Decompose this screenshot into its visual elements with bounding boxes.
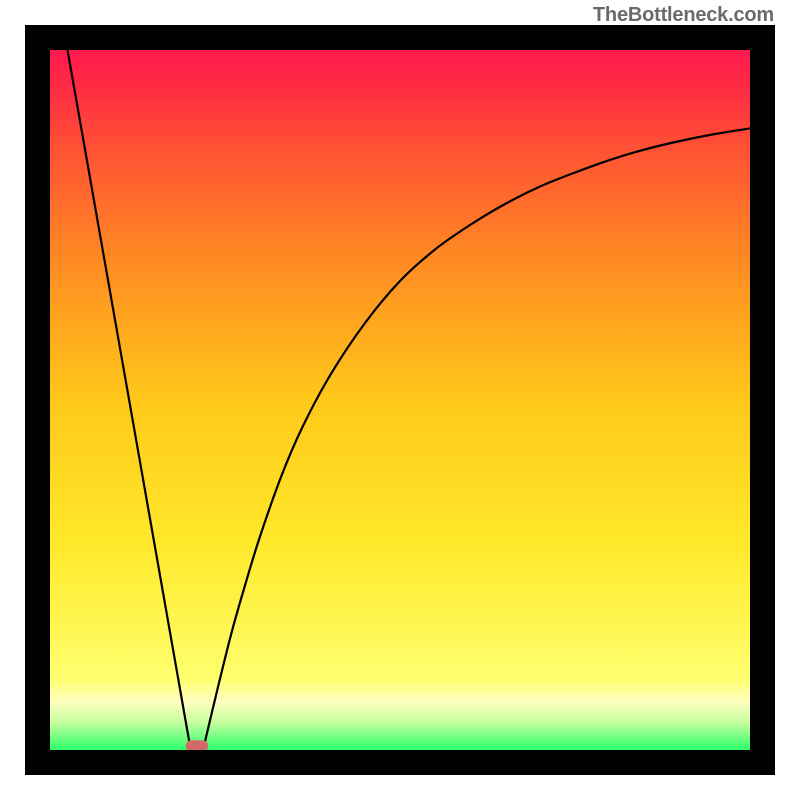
attribution-label: TheBottleneck.com — [593, 4, 774, 27]
chart-background — [50, 50, 750, 750]
marker-group — [186, 740, 208, 750]
min-marker — [186, 740, 208, 750]
chart-svg — [50, 50, 750, 750]
plot-area — [50, 50, 750, 750]
chart-stage: TheBottleneck.com — [0, 0, 800, 800]
